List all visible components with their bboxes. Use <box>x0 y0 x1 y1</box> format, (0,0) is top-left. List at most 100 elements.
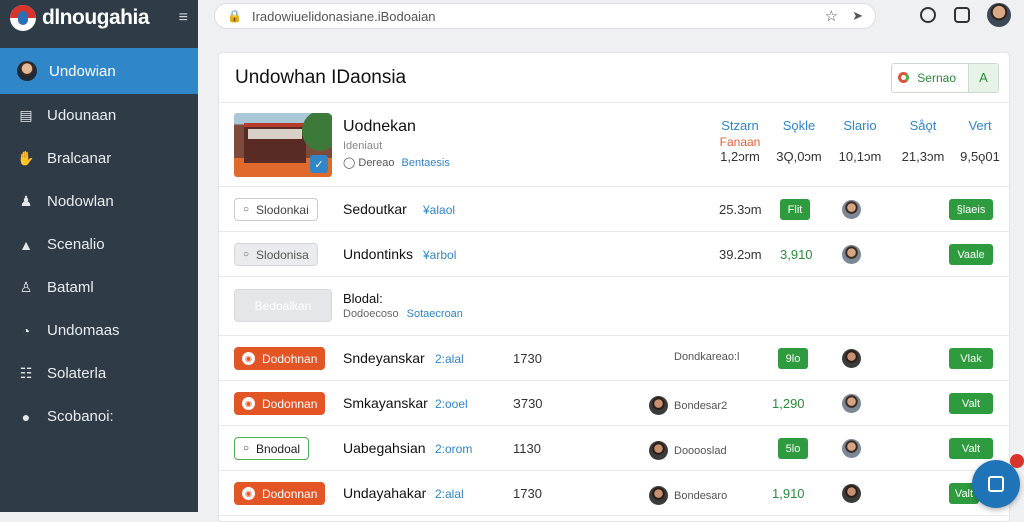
sidebar-item-solaterla[interactable]: ☷ Solaterla <box>0 352 198 395</box>
address-bar[interactable]: 🔒 Iradowiuelidonasiane.iBodoaian ☆ ➤ <box>214 3 876 29</box>
owner-avatar <box>649 486 668 505</box>
avatar <box>842 484 861 503</box>
row-tag[interactable]: ○ Bnodoal <box>234 437 310 460</box>
section-link[interactable]: Sotaecroan <box>407 308 463 320</box>
row-link[interactable]: ¥arbol <box>423 248 456 262</box>
info-icon: ● <box>21 408 31 425</box>
camera-icon: ◯ <box>343 157 356 169</box>
table-row[interactable]: ○ Bnodoal Uabegahsian 2:orom 1130 Doooos… <box>219 426 1009 471</box>
row-action-button[interactable]: Valt <box>949 393 993 414</box>
row-tag[interactable]: ○ Slodonisa <box>234 243 318 266</box>
feature-thumbnail[interactable]: ✓ <box>234 113 332 177</box>
row-tag[interactable]: ◉ Dodonnan <box>234 392 326 415</box>
row-value: 1730 <box>513 486 542 501</box>
sidebar-item-label: Bralcanar <box>47 150 112 167</box>
profile-avatar[interactable] <box>987 3 1011 27</box>
row-link[interactable]: 2:alal <box>435 487 464 501</box>
row-value: 25.3ɔm <box>719 202 762 217</box>
sidebar-item-bataml[interactable]: ♙ Bataml <box>0 266 198 309</box>
row-tag[interactable]: ◉ Dodonnan <box>234 482 326 505</box>
status-badge[interactable]: 9lo <box>778 348 808 369</box>
menu-grid-icon[interactable]: ≡ <box>179 9 188 27</box>
table-row[interactable]: ◉ Dodohnan Sndeyanskar 2:alal 1730 Dondk… <box>219 336 1009 381</box>
section-subtitle-text: Dodoecoso <box>343 308 399 320</box>
sidebar-item-bralcanar[interactable]: ✋ Bralcanar <box>0 137 198 180</box>
sidebar-item-scobanoi[interactable]: ● Scobanoi: <box>0 395 198 438</box>
avatar <box>842 200 861 219</box>
row-tag-label: Dodonnan <box>262 486 318 501</box>
close-icon[interactable] <box>1010 454 1024 468</box>
brand-logo <box>10 5 36 31</box>
row-action-button[interactable]: Valt <box>949 438 993 459</box>
shield-icon: ◉ <box>242 352 255 365</box>
stat-column: Vert 9,5ǫ01 <box>945 118 1009 164</box>
main-card: Undowhan IDaonsia Sernao A ✓ Uodnekan Id… <box>218 52 1010 522</box>
sidebar-item-undowian[interactable]: Undowian <box>0 48 198 94</box>
circle-icon: ◔ <box>21 322 31 339</box>
table-row[interactable]: ◉ Dodonnan Smkayanskar 2:ooel З730 Bonde… <box>219 381 1009 426</box>
sidebar-item-udounaan[interactable]: ▤ Udounaan <box>0 94 198 137</box>
row-link[interactable]: ¥alaol <box>423 203 455 217</box>
sidebar-item-label: Scobanoi: <box>47 408 114 425</box>
section-button[interactable]: Bedoalkan <box>234 289 332 322</box>
feature-meta-text: Dereao <box>358 157 395 169</box>
row-name: Undayahakar <box>343 485 427 501</box>
table-row[interactable]: ◉ Dodonnan Undayahakar 2:alal 1730 Bonde… <box>219 471 1009 516</box>
avatar <box>842 349 861 368</box>
sidebar-item-scenalio[interactable]: ▲ Scenalio <box>0 223 198 266</box>
sidebar-item-nodowlan[interactable]: ♟ Nodowlan <box>0 180 198 223</box>
table-row[interactable]: ○ Slodonkai Sedoutkar ¥alaol 25.3ɔm Flit… <box>219 187 1009 232</box>
shield-icon: ◉ <box>242 487 255 500</box>
row-link[interactable]: 2:ooel <box>435 397 468 411</box>
sidebar-item-label: Undomaas <box>47 322 120 339</box>
owner-avatar <box>649 396 668 415</box>
brand: dlnougahia ≡ <box>0 0 198 36</box>
row-owner-label: Bondesaro <box>674 489 728 502</box>
shield-icon: ◉ <box>242 397 255 410</box>
row-action-button[interactable]: Vlak <box>949 348 993 369</box>
sidebar-item-label: Scenalio <box>47 236 105 253</box>
tag-icon: ○ <box>243 249 250 260</box>
stat-header: Vert <box>968 118 992 133</box>
row-tag[interactable]: ○ Slodonkai <box>234 198 318 221</box>
sidebar: dlnougahia ≡ Undowian ▤ Udounaan ✋ Bralc… <box>0 0 198 512</box>
feature-meta: ◯ Dereao Bentaesis <box>343 156 450 169</box>
status-badge[interactable]: 5lo <box>778 438 808 459</box>
row-value: 39.2ɔm <box>719 247 762 262</box>
row-link[interactable]: 2:orom <box>435 442 472 456</box>
hand-icon: ✋ <box>17 150 35 166</box>
brand-name: dlnougahia <box>42 6 149 29</box>
stat-header: Slario <box>843 118 877 133</box>
row-owner: Bondesaro <box>649 486 727 505</box>
row-owner: Dooooslad <box>649 441 727 460</box>
status-badge[interactable]: Flit <box>780 199 810 220</box>
feature-title: Uodnekan <box>343 118 416 135</box>
verified-icon: ✓ <box>310 155 328 173</box>
extension-icon[interactable]: ➤ <box>852 8 863 24</box>
feature-meta-link[interactable]: Bentaesis <box>402 157 450 169</box>
row-action-button[interactable]: Vaale <box>949 244 993 265</box>
row-tag[interactable]: ◉ Dodohnan <box>234 347 326 370</box>
row-owner-label: Dondkareao:l <box>674 351 740 363</box>
star-icon[interactable]: ☆ <box>825 7 838 25</box>
table-row[interactable]: ○ Slodonisa Undontinks ¥arbol 39.2ɔm 3,9… <box>219 232 1009 277</box>
row-owner-label: Dooooslad <box>674 444 727 457</box>
section-subtitle: Dodoecoso Sotaecroan <box>343 308 463 320</box>
row-green-value: 1,290 <box>772 396 805 411</box>
list-icon: ▤ <box>19 107 33 123</box>
users-icon: ♟ <box>19 193 33 209</box>
row-link[interactable]: 2:alal <box>435 352 464 366</box>
avatar <box>842 394 861 413</box>
bookmark-icon[interactable] <box>954 7 970 23</box>
row-action-button[interactable]: §laeis <box>949 199 993 220</box>
sidebar-item-undomaas[interactable]: ◔ Undomaas <box>0 309 198 352</box>
history-icon[interactable] <box>920 7 936 23</box>
feature-row: ✓ Uodnekan Ideniaut ◯ Dereao Bentaesis S… <box>219 103 1009 187</box>
google-button[interactable]: Sernao A <box>891 62 999 93</box>
row-value: 1730 <box>513 351 542 366</box>
bell-icon: ▲ <box>19 236 33 253</box>
account-button[interactable]: A <box>968 63 998 92</box>
row-tag-label: Slodonkai <box>256 202 309 217</box>
tag-icon: ○ <box>243 204 250 215</box>
stat-column: Slario 10,1ɔm <box>825 118 895 164</box>
